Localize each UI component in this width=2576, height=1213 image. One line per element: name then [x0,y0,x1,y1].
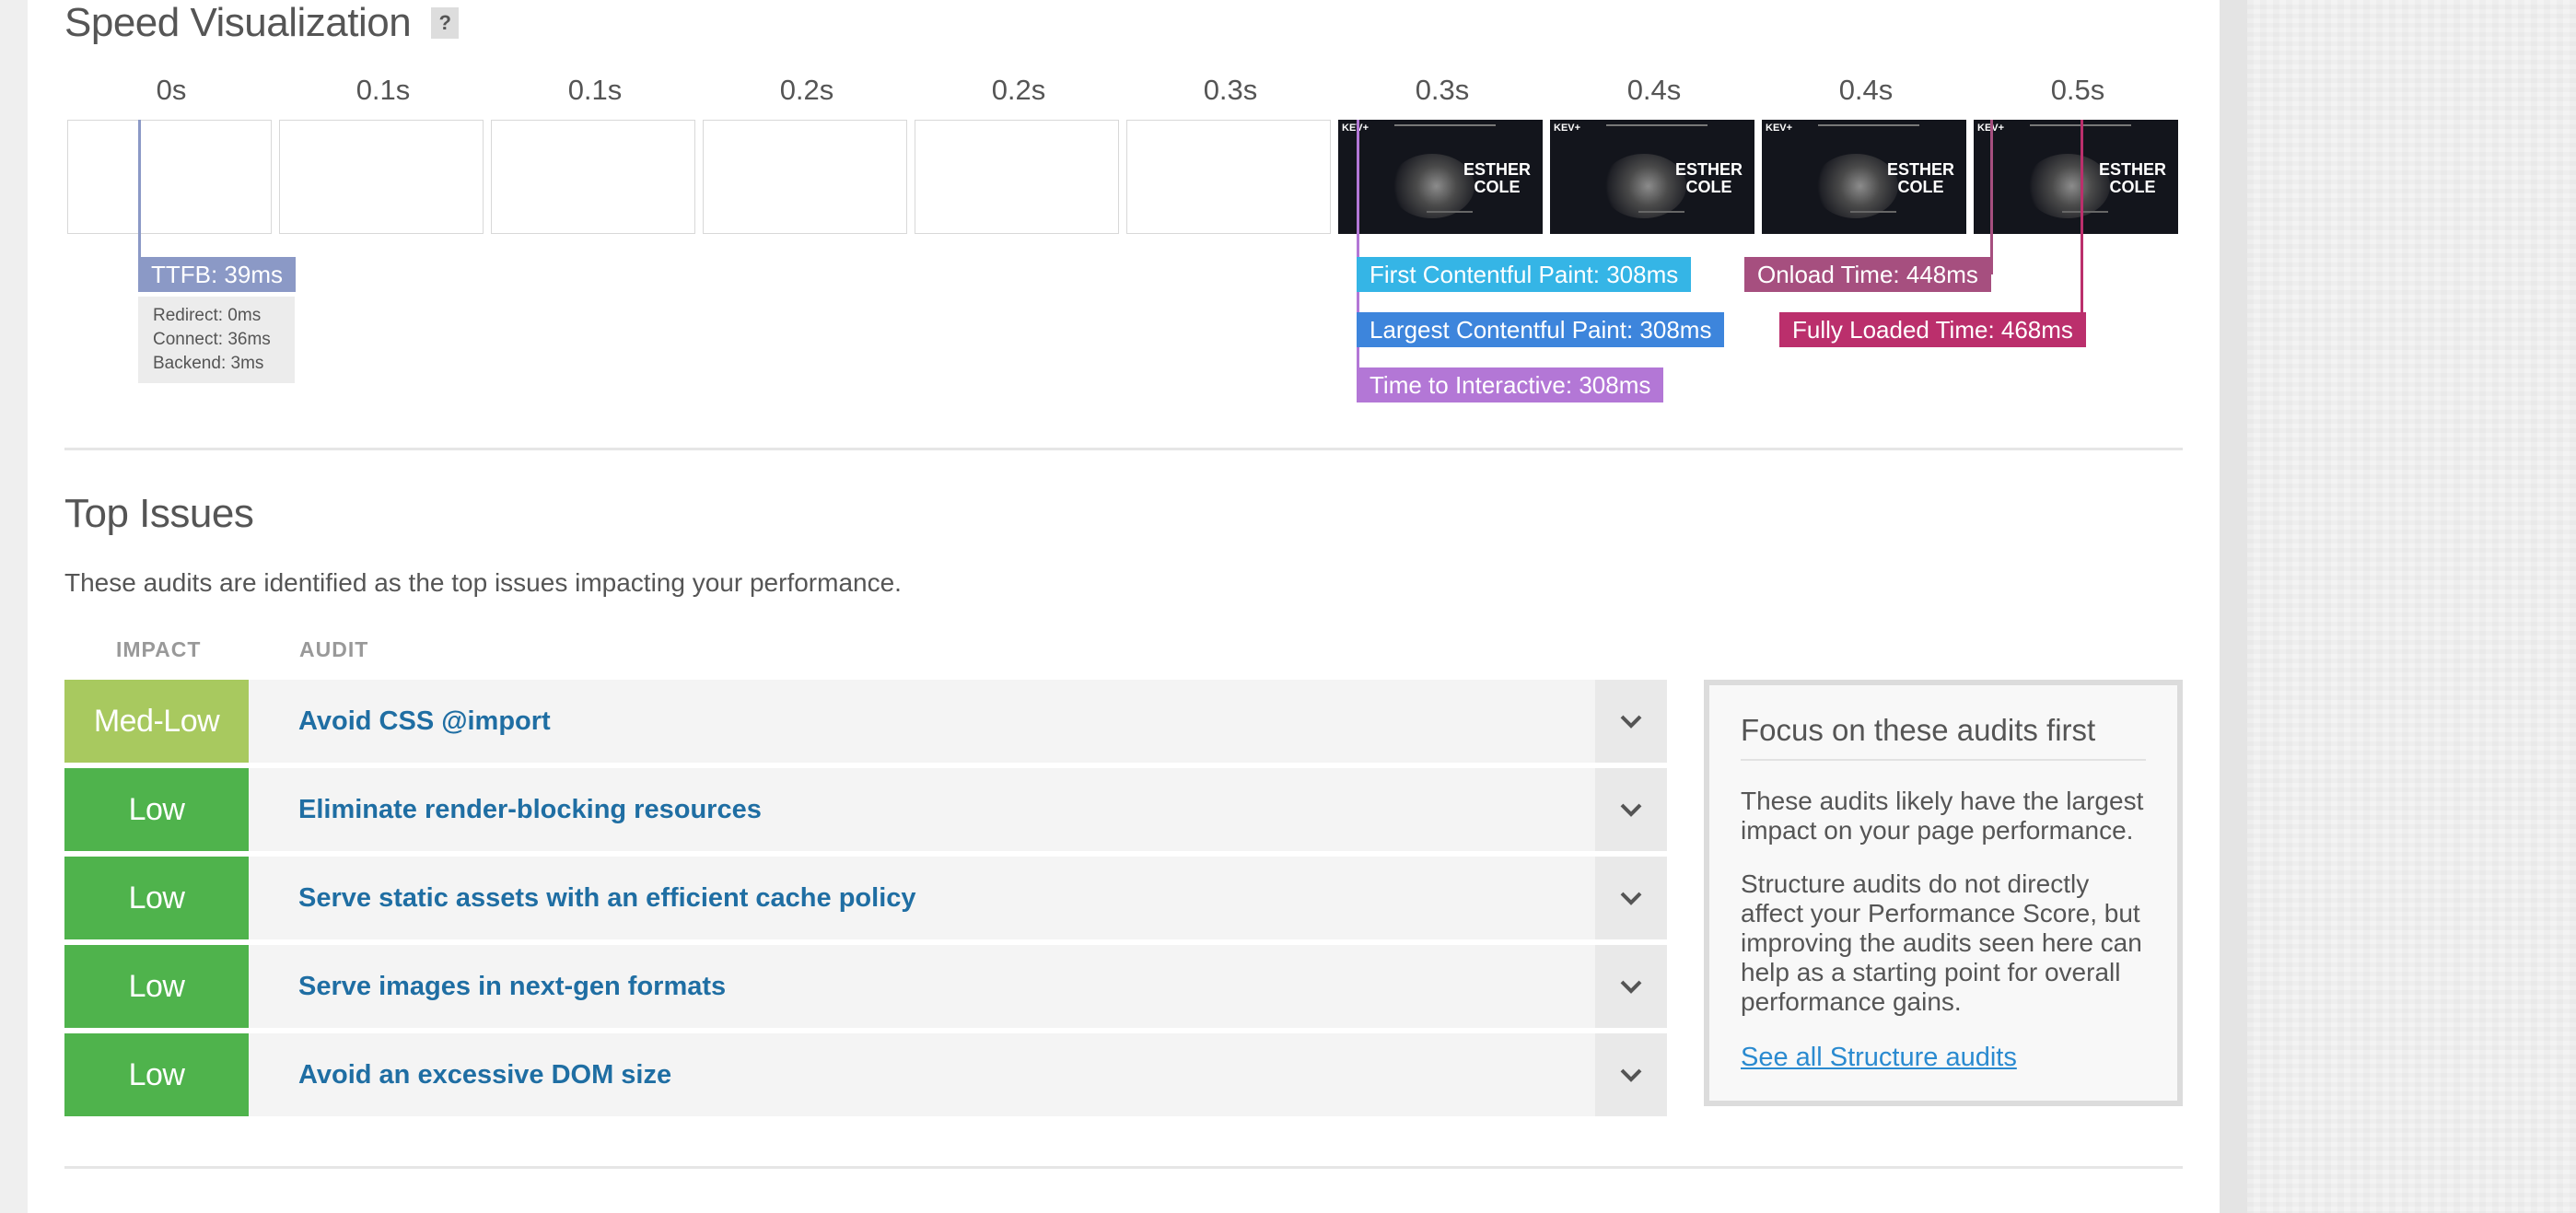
screenshot-hero-image [1390,154,1474,218]
audit-row[interactable]: Low Serve static assets with an efficien… [64,857,1667,939]
screenshot-subtitle [1427,211,1473,213]
top-issues-description: These audits are identified as the top i… [64,568,902,597]
chevron-down-icon [1620,715,1642,729]
filmstrip-frame-blank[interactable] [1126,120,1331,234]
filmstrip-frame-screenshot[interactable]: KEV+ ESTHERCOLE [1550,120,1754,234]
fully-loaded-marker-line [2081,120,2083,330]
section-title-top-issues: Top Issues [64,491,254,536]
expand-audit-button[interactable] [1595,768,1667,851]
timeline-label: 0.3s [1203,74,1258,106]
see-all-structure-audits-link[interactable]: See all Structure audits [1741,1043,2017,1073]
chevron-down-icon [1620,892,1642,905]
timeline-label: 0.2s [779,74,834,106]
audit-cell: Avoid an excessive DOM size [249,1033,1595,1116]
timeline-label: 0.4s [1626,74,1682,106]
screenshot-subtitle [2062,211,2108,213]
filmstrip-frame-screenshot[interactable]: KEV+ ESTHERCOLE [1974,120,2178,234]
impact-badge: Low [64,768,249,851]
focus-callout-text: Structure audits do not directly affect … [1741,869,2142,1016]
screenshot-subtitle [1850,211,1896,213]
timeline-label: 0.5s [2050,74,2105,106]
audit-link[interactable]: Avoid an excessive DOM size [298,1033,671,1116]
speed-visualization-header: Speed Visualization ? [64,0,460,46]
filmstrip-frame-screenshot[interactable]: KEV+ ESTHERCOLE [1762,120,1966,234]
impact-badge: Med-Low [64,680,249,763]
screenshot-logo: KEV+ [1554,122,1581,134]
audit-link[interactable]: Avoid CSS @import [298,680,551,763]
tti-tag: Time to Interactive: 308ms [1357,367,1664,402]
ttfb-redirect: Redirect: 0ms [153,306,262,325]
expand-audit-button[interactable] [1595,857,1667,939]
expand-audit-button[interactable] [1595,680,1667,763]
focus-audits-callout: Focus on these audits first These audits… [1704,680,2183,1106]
fully-loaded-tag: Fully Loaded Time: 468ms [1779,312,2086,347]
screenshot-hero-image [2025,154,2110,218]
audit-link[interactable]: Serve images in next-gen formats [298,945,726,1028]
focus-callout-text: These audits likely have the largest imp… [1741,787,2144,845]
onload-marker-line [1990,120,1993,274]
filmstrip-frame-screenshot[interactable]: KEV+ ESTHERCOLE [1338,120,1543,234]
screenshot-hero-name: ESTHER COLE [1463,160,1531,196]
ttfb-tag: TTFB: 39ms [138,257,297,292]
section-divider [64,448,2183,450]
screenshot-hero-image [1602,154,1686,218]
timeline-label: 0.3s [1415,74,1470,106]
lcp-tag: Largest Contentful Paint: 308ms [1357,312,1725,347]
audit-row[interactable]: Low Eliminate render-blocking resources [64,768,1667,851]
chevron-down-icon [1620,980,1642,994]
onload-tag: Onload Time: 448ms [1744,257,1991,292]
timeline-label: 0.4s [1838,74,1894,106]
section-divider [64,1166,2183,1169]
expand-audit-button[interactable] [1595,945,1667,1028]
timeline-label: 0.1s [356,74,411,106]
fcp-tag: First Contentful Paint: 308ms [1357,257,1692,292]
column-header-impact: IMPACT [116,637,202,661]
filmstrip-frame-blank[interactable] [67,120,272,234]
filmstrip-frame-blank[interactable] [491,120,695,234]
chevron-down-icon [1620,803,1642,817]
panel-scroll-gutter [2220,0,2247,1213]
audit-cell: Serve static assets with an efficient ca… [249,857,1595,939]
impact-badge: Low [64,945,249,1028]
filmstrip-frame-blank[interactable] [279,120,484,234]
audit-row[interactable]: Low Serve images in next-gen formats [64,945,1667,1028]
screenshot-hero-name: ESTHER COLE [2098,160,2166,196]
audit-link[interactable]: Serve static assets with an efficient ca… [298,857,916,939]
timeline-label: 0.2s [991,74,1046,106]
audit-cell: Avoid CSS @import [249,680,1595,763]
screenshot-logo: KEV+ [1342,122,1370,134]
chevron-down-icon [1620,1068,1642,1082]
audit-row[interactable]: Low Avoid an excessive DOM size [64,1033,1667,1116]
screenshot-hero-name: ESTHER COLE [1674,160,1743,196]
audit-cell: Serve images in next-gen formats [249,945,1595,1028]
ttfb-breakdown: Redirect: 0ms Connect: 36ms Backend: 3ms [138,297,295,383]
screenshot-nav [1818,124,1919,126]
screenshot-nav [1606,124,1708,126]
section-title-speed-visualization: Speed Visualization [64,0,412,45]
screenshot-subtitle [1638,211,1684,213]
ttfb-backend: Backend: 3ms [153,354,264,373]
page-background-pattern [2247,0,2576,1213]
audit-row[interactable]: Med-Low Avoid CSS @import [64,680,1667,763]
audit-cell: Eliminate render-blocking resources [249,768,1595,851]
screenshot-logo: KEV+ [1766,122,1793,134]
screenshot-nav [1394,124,1496,126]
column-header-audit: AUDIT [299,637,369,661]
timeline-label: 0s [156,74,187,106]
screenshot-hero-name: ESTHER COLE [1886,160,1954,196]
expand-audit-button[interactable] [1595,1033,1667,1116]
audit-link[interactable]: Eliminate render-blocking resources [298,768,762,851]
filmstrip-frame-blank[interactable] [703,120,907,234]
help-icon[interactable]: ? [431,7,460,39]
ttfb-marker-line [138,120,141,276]
screenshot-hero-image [1813,154,1898,218]
ttfb-connect: Connect: 36ms [153,330,271,349]
focus-callout-title: Focus on these audits first [1741,713,2146,761]
impact-badge: Low [64,1033,249,1116]
timeline-label: 0.1s [567,74,623,106]
page-left-margin [0,0,28,1213]
filmstrip-frame-blank[interactable] [915,120,1119,234]
impact-badge: Low [64,857,249,939]
